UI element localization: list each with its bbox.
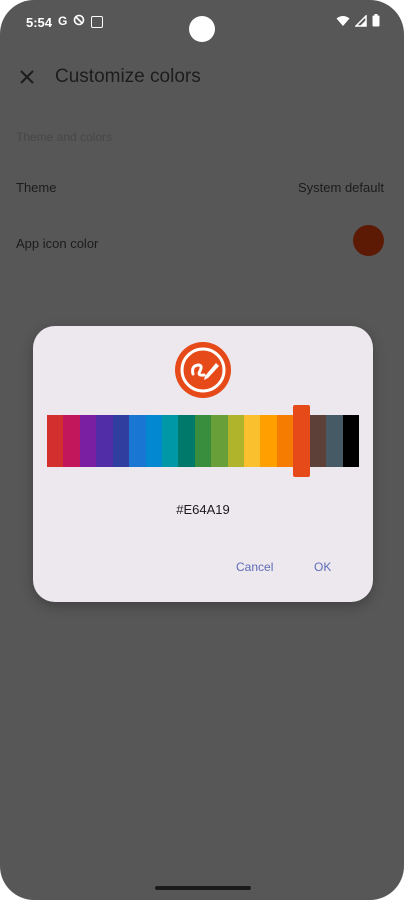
page-title: Customize colors <box>55 66 201 87</box>
palette-swatch[interactable] <box>145 415 162 467</box>
palette-swatch[interactable] <box>211 415 228 467</box>
theme-setting-row[interactable]: Theme System default <box>16 180 384 204</box>
palette-swatch[interactable] <box>96 415 113 467</box>
palette-swatch[interactable] <box>63 415 80 467</box>
notification-box-icon <box>91 16 104 28</box>
navigation-handle[interactable] <box>155 886 251 890</box>
palette-swatch[interactable] <box>129 415 146 467</box>
palette-swatch[interactable] <box>326 415 343 467</box>
app-bar: Customize colors <box>0 56 404 100</box>
palette-swatch[interactable] <box>112 415 130 467</box>
app-logo-icon <box>174 341 232 399</box>
color-palette <box>47 415 360 467</box>
palette-swatch[interactable] <box>161 415 179 467</box>
do-not-disturb-icon <box>73 14 85 29</box>
app-icon-color-setting-row[interactable]: App icon color <box>16 225 384 260</box>
app-icon-color-swatch[interactable] <box>353 225 384 256</box>
palette-swatch[interactable] <box>194 415 212 467</box>
status-bar: 5:54 G <box>0 0 404 48</box>
palette-swatch[interactable] <box>79 415 97 467</box>
color-picker-dialog: #E64A19 Cancel OK <box>33 326 373 602</box>
device-screen: 5:54 G Customize colors Theme and colors… <box>0 0 404 900</box>
google-g-icon: G <box>58 14 68 28</box>
palette-selector-handle[interactable] <box>293 405 311 477</box>
close-icon[interactable] <box>16 66 38 88</box>
palette-swatch[interactable] <box>260 415 277 467</box>
app-icon-color-label: App icon color <box>16 236 99 251</box>
wifi-icon <box>336 14 350 32</box>
status-icons-left: G <box>58 14 104 29</box>
battery-icon <box>372 14 380 32</box>
status-time: 5:54 <box>26 15 53 30</box>
signal-icon <box>354 14 367 32</box>
hex-value: #E64A19 <box>176 502 230 517</box>
palette-swatch[interactable] <box>227 415 245 467</box>
section-header: Theme and colors <box>16 130 113 144</box>
cancel-button[interactable]: Cancel <box>236 560 273 574</box>
palette-swatch[interactable] <box>342 415 360 467</box>
theme-label: Theme <box>16 180 57 195</box>
status-icons-right <box>336 14 380 32</box>
palette-swatch[interactable] <box>47 415 64 467</box>
palette-swatch[interactable] <box>178 415 195 467</box>
front-camera <box>189 16 215 42</box>
theme-value: System default <box>298 180 384 195</box>
palette-swatch[interactable] <box>244 415 261 467</box>
palette-swatch[interactable] <box>309 415 327 467</box>
palette-swatch[interactable] <box>276 415 294 467</box>
ok-button[interactable]: OK <box>314 560 331 574</box>
